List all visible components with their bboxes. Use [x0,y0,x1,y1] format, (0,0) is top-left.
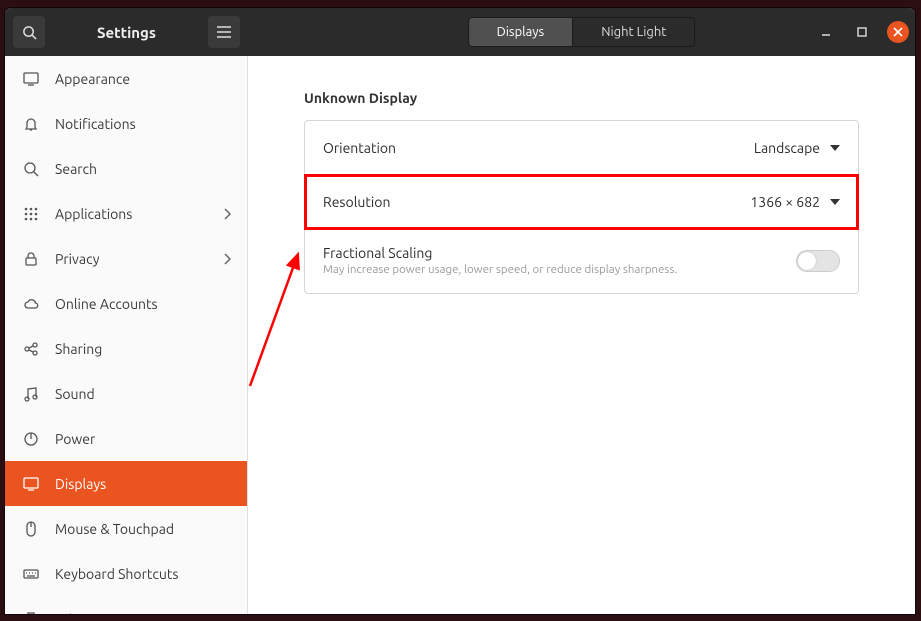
bell-icon [21,114,41,134]
search-icon [21,159,41,179]
sidebar-item-label: Keyboard Shortcuts [55,566,231,582]
display-settings-list: Orientation Landscape Resolution 1366 × … [304,120,859,294]
sidebar[interactable]: Appearance Notifications Search Applicat… [5,56,248,614]
printer-icon [21,609,41,615]
sidebar-item-label: Power [55,431,231,447]
sidebar-item-label: Notifications [55,116,231,132]
sidebar-item-label: Mouse & Touchpad [55,521,231,537]
minimize-icon [821,27,831,37]
headerbar-left: Settings [5,8,248,56]
hamburger-button[interactable] [208,16,240,48]
sidebar-item-sharing[interactable]: Sharing [5,326,247,371]
resolution-value: 1366 × 682 [750,194,840,210]
sidebar-item-power[interactable]: Power [5,416,247,461]
sidebar-item-label: Appearance [55,71,231,87]
view-switcher: Displays Night Light [468,17,696,47]
display-icon [21,474,41,494]
sidebar-item-privacy[interactable]: Privacy [5,236,247,281]
sidebar-item-label: Sound [55,386,231,402]
cloud-icon [21,294,41,314]
dropdown-icon [830,199,840,205]
fractional-scaling-label: Fractional Scaling [323,245,677,261]
orientation-label: Orientation [323,140,396,156]
search-icon [22,25,37,40]
sidebar-item-label: Printers [55,611,231,615]
sidebar-item-printers[interactable]: Printers [5,596,247,614]
sidebar-item-label: Applications [55,206,223,222]
window-body: Appearance Notifications Search Applicat… [5,56,915,614]
power-icon [21,429,41,449]
sidebar-item-applications[interactable]: Applications [5,191,247,236]
orientation-value: Landscape [754,140,840,156]
headerbar: Settings Displays Night Light [5,8,915,56]
keyboard-icon [21,564,41,584]
chevron-right-icon [223,253,231,265]
grid-icon [21,204,41,224]
maximize-icon [857,27,867,37]
window-controls [815,21,909,43]
sidebar-item-label: Displays [55,476,231,492]
fractional-scaling-row: Fractional Scaling May increase power us… [305,229,858,293]
sidebar-item-notifications[interactable]: Notifications [5,101,247,146]
sidebar-item-appearance[interactable]: Appearance [5,56,247,101]
tab-displays[interactable]: Displays [469,18,573,46]
fractional-scaling-switch[interactable] [796,250,840,272]
sidebar-item-online-accounts[interactable]: Online Accounts [5,281,247,326]
chevron-right-icon [223,208,231,220]
lock-icon [21,249,41,269]
fractional-scaling-sub: May increase power usage, lower speed, o… [323,263,677,277]
app-title: Settings [45,24,208,41]
sidebar-item-keyboard-shortcuts[interactable]: Keyboard Shortcuts [5,551,247,596]
close-button[interactable] [887,21,909,43]
sidebar-item-label: Privacy [55,251,223,267]
dropdown-icon [830,145,840,151]
section-title: Unknown Display [304,90,859,106]
minimize-button[interactable] [815,21,837,43]
resolution-label: Resolution [323,194,390,210]
music-icon [21,384,41,404]
headerbar-right: Displays Night Light [248,8,915,56]
settings-window: Settings Displays Night Light [5,8,915,614]
orientation-row[interactable]: Orientation Landscape [305,121,858,175]
search-button[interactable] [13,16,45,48]
sidebar-item-label: Sharing [55,341,231,357]
close-icon [893,27,903,37]
content-area: Unknown Display Orientation Landscape Re… [248,56,915,614]
hamburger-icon [217,26,231,38]
sidebar-item-label: Online Accounts [55,296,231,312]
sidebar-item-search[interactable]: Search [5,146,247,191]
sidebar-item-mouse-touchpad[interactable]: Mouse & Touchpad [5,506,247,551]
sidebar-item-label: Search [55,161,231,177]
resolution-row[interactable]: Resolution 1366 × 682 [305,175,858,229]
mouse-icon [21,519,41,539]
share-icon [21,339,41,359]
appearance-icon [21,69,41,89]
sidebar-item-displays[interactable]: Displays [5,461,247,506]
tab-night-light[interactable]: Night Light [572,18,694,46]
maximize-button[interactable] [851,21,873,43]
sidebar-item-sound[interactable]: Sound [5,371,247,416]
